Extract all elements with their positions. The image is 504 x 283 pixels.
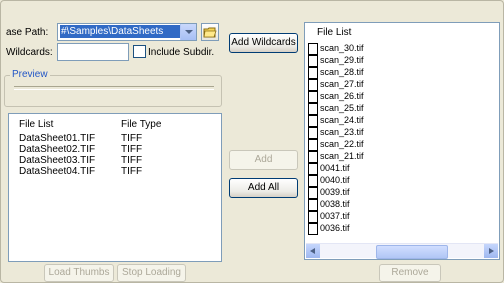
- document-icon: [308, 151, 318, 163]
- document-icon: [308, 103, 318, 115]
- include-subdirs-label: Include Subdir.: [148, 47, 215, 58]
- file-name: 0040.tif: [320, 175, 350, 185]
- load-thumbs-button[interactable]: Load Thumbs: [44, 264, 114, 282]
- document-icon: [308, 199, 318, 211]
- file-name: scan_28.tif: [320, 67, 364, 77]
- arrow-right-icon: [489, 248, 494, 254]
- document-icon: [308, 91, 318, 103]
- document-icon: [308, 211, 318, 223]
- column-header-file-type[interactable]: File Type: [121, 119, 161, 130]
- file-name: scan_30.tif: [320, 43, 364, 53]
- file-name: scan_23.tif: [320, 127, 364, 137]
- list-item-type: TIFF: [121, 166, 143, 177]
- document-icon: [308, 187, 318, 199]
- list-item[interactable]: DataSheet04.TIF: [19, 166, 95, 177]
- scroll-thumb[interactable]: [376, 245, 448, 259]
- list-item[interactable]: DataSheet02.TIF: [19, 144, 95, 155]
- browse-folder-button[interactable]: [201, 23, 219, 41]
- document-icon: [308, 175, 318, 187]
- file-name: scan_22.tif: [320, 139, 364, 149]
- file-name: scan_21.tif: [320, 151, 364, 161]
- document-icon: [308, 79, 318, 91]
- arrow-left-icon: [310, 248, 315, 254]
- include-subdirs-checkbox[interactable]: [133, 45, 146, 58]
- add-button[interactable]: Add: [229, 150, 298, 170]
- add-all-button[interactable]: Add All: [229, 178, 298, 198]
- file-name: 0041.tif: [320, 163, 350, 173]
- base-path-label: ase Path:: [6, 27, 49, 38]
- scroll-left-button[interactable]: [306, 244, 320, 258]
- base-path-combo[interactable]: #\Samples\DataSheets: [57, 23, 197, 41]
- document-icon: [308, 67, 318, 79]
- document-icon: [308, 163, 318, 175]
- file-name: scan_26.tif: [320, 91, 364, 101]
- chevron-down-icon[interactable]: [180, 24, 196, 40]
- scroll-right-button[interactable]: [484, 244, 498, 258]
- list-item-type: TIFF: [121, 144, 143, 155]
- document-icon: [308, 43, 318, 55]
- add-wildcards-button[interactable]: Add Wildcards: [229, 33, 298, 53]
- file-name: 0038.tif: [320, 199, 350, 209]
- list-item-type: TIFF: [121, 133, 143, 144]
- remove-button[interactable]: Remove: [379, 264, 441, 282]
- file-name: 0039.tif: [320, 187, 350, 197]
- file-name: scan_25.tif: [320, 103, 364, 113]
- list-item-type: TIFF: [121, 155, 143, 166]
- list-item[interactable]: DataSheet01.TIF: [19, 133, 95, 144]
- document-icon: [308, 139, 318, 151]
- stop-loading-button[interactable]: Stop Loading: [117, 264, 186, 282]
- file-name: 0036.tif: [320, 223, 350, 233]
- wildcards-input[interactable]: [57, 43, 129, 61]
- document-icon: [308, 115, 318, 127]
- list-item[interactable]: DataSheet03.TIF: [19, 155, 95, 166]
- document-icon: [308, 127, 318, 139]
- preview-divider: [14, 86, 214, 90]
- selected-file-list[interactable]: File List scan_30.tif scan_29.tif scan_28.…: [304, 22, 500, 260]
- file-name: scan_27.tif: [320, 79, 364, 89]
- horizontal-scrollbar[interactable]: [306, 243, 498, 259]
- file-name: 0037.tif: [320, 211, 350, 221]
- document-icon: [308, 55, 318, 67]
- file-list-title: File List: [317, 27, 352, 38]
- preview-title: Preview: [10, 69, 50, 80]
- preview-file-list[interactable]: File List File Type DataSheet01.TIF TIFF…: [8, 113, 222, 262]
- document-icon: [308, 223, 318, 235]
- file-name: scan_24.tif: [320, 115, 364, 125]
- folder-icon: [203, 27, 217, 38]
- wildcards-label: Wildcards:: [6, 47, 53, 58]
- column-header-file-list[interactable]: File List: [19, 119, 53, 130]
- file-name: scan_29.tif: [320, 55, 364, 65]
- base-path-value[interactable]: #\Samples\DataSheets: [60, 25, 180, 38]
